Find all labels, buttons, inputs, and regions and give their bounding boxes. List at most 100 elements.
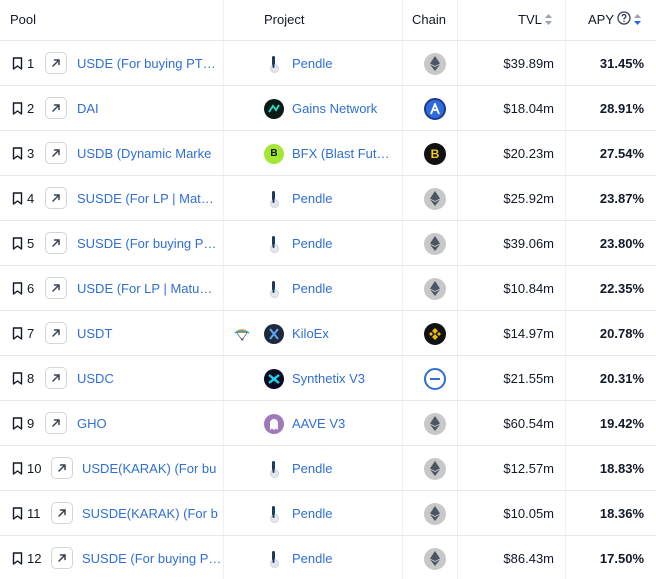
airdrop-icon <box>233 311 251 356</box>
ethereum-icon[interactable] <box>424 446 446 491</box>
project-name-link[interactable]: Pendle <box>292 446 402 491</box>
project-name-link[interactable]: Gains Network <box>292 86 402 131</box>
project-name-link[interactable]: Pendle <box>292 491 402 536</box>
rank-number: 1 <box>27 56 35 71</box>
pool-name-link[interactable]: SUSDE(KARAK) (For b <box>82 491 222 536</box>
project-name-link[interactable]: AAVE V3 <box>292 401 402 446</box>
table-row[interactable]: 1 USDE (For buying PT… Pendle $39.89m 31.45% <box>0 41 656 86</box>
bookmark-icon[interactable] <box>10 221 24 266</box>
pendle-icon <box>264 221 284 266</box>
ethereum-icon[interactable] <box>424 536 446 579</box>
column-header-chain[interactable]: Chain <box>412 0 446 41</box>
apy-value: 17.50% <box>599 551 644 566</box>
bookmark-icon[interactable] <box>10 41 24 86</box>
kiloex-icon <box>264 311 284 356</box>
external-link-icon[interactable] <box>45 97 67 119</box>
column-header-pool[interactable]: Pool <box>10 0 36 41</box>
table-row[interactable]: 11 SUSDE(KARAK) (For b Pendle $10.05m 18.36% <box>0 491 656 536</box>
table-row[interactable]: 9 GHO AAVE V3 $60.54m 19.42% <box>0 401 656 446</box>
external-link-icon[interactable] <box>51 547 73 569</box>
external-link-icon[interactable] <box>51 502 73 524</box>
pool-name-link[interactable]: USDB (Dynamic Marke <box>77 131 217 176</box>
external-link-icon[interactable] <box>45 232 67 254</box>
table-row[interactable]: 2 DAI Gains Network $18.04m 28.91% <box>0 86 656 131</box>
rank-number: 2 <box>27 101 35 116</box>
bookmark-icon[interactable] <box>10 176 24 221</box>
ethereum-icon[interactable] <box>424 266 446 311</box>
pool-name-link[interactable]: SUSDE (For buying P… <box>77 221 217 266</box>
project-name-link[interactable]: KiloEx <box>292 311 402 356</box>
table-row[interactable]: 10 USDE(KARAK) (For bu Pendle $12.57m 18.83% <box>0 446 656 491</box>
column-header-project[interactable]: Project <box>264 0 304 41</box>
bookmark-icon[interactable] <box>10 536 24 579</box>
pool-name-link[interactable]: SUSDE (For buying P… <box>82 536 222 579</box>
table-row[interactable]: 3 USDB (Dynamic Marke B BFX (Blast Fut… B $20… <box>0 131 656 176</box>
ethereum-icon[interactable] <box>424 176 446 221</box>
rank-number: 3 <box>27 146 35 161</box>
base-icon[interactable] <box>424 356 446 401</box>
table-row[interactable]: 5 SUSDE (For buying P… Pendle $39.06m 23.80% <box>0 221 656 266</box>
rank-number: 4 <box>27 191 35 206</box>
ethereum-icon[interactable] <box>424 41 446 86</box>
bookmark-icon[interactable] <box>10 311 24 356</box>
table-row[interactable]: 4 SUSDE (For LP | Mat… Pendle $25.92m 23.87% <box>0 176 656 221</box>
external-link-icon[interactable] <box>45 277 67 299</box>
project-name-link[interactable]: BFX (Blast Fut… <box>292 131 402 176</box>
external-link-icon[interactable] <box>45 322 67 344</box>
project-name-link[interactable]: Pendle <box>292 536 402 579</box>
pool-name-link[interactable]: GHO <box>77 401 217 446</box>
aave-icon <box>264 401 284 446</box>
table-row[interactable]: 7 USDT KiloEx $14.97m 20.78% <box>0 311 656 356</box>
project-name-link[interactable]: Pendle <box>292 41 402 86</box>
blast-icon[interactable]: B <box>424 131 446 176</box>
rank-number: 6 <box>27 281 35 296</box>
pool-name-link[interactable]: USDE(KARAK) (For bu <box>82 446 222 491</box>
table-row[interactable]: 6 USDE (For LP | Matu… Pendle $10.84m 22.35% <box>0 266 656 311</box>
column-header-apy[interactable]: APY <box>588 0 642 41</box>
bookmark-icon[interactable] <box>10 266 24 311</box>
table-row[interactable]: 12 SUSDE (For buying P… Pendle $86.43m 17.50… <box>0 536 656 579</box>
pool-name-link[interactable]: USDE (For LP | Matu… <box>77 266 217 311</box>
pool-name-link[interactable]: SUSDE (For LP | Mat… <box>77 176 217 221</box>
bookmark-icon[interactable] <box>10 401 24 446</box>
rank-number: 9 <box>27 416 35 431</box>
pendle-icon <box>264 176 284 221</box>
external-link-icon[interactable] <box>45 142 67 164</box>
bookmark-icon[interactable] <box>10 356 24 401</box>
external-link-icon[interactable] <box>45 187 67 209</box>
arbitrum-icon[interactable] <box>424 86 446 131</box>
pendle-icon <box>264 536 284 579</box>
bookmark-icon[interactable] <box>10 491 24 536</box>
synthetix-icon <box>264 356 284 401</box>
pool-name-link[interactable]: DAI <box>77 86 217 131</box>
pool-name-link[interactable]: USDC <box>77 356 217 401</box>
bookmark-icon[interactable] <box>10 446 24 491</box>
sort-icon[interactable] <box>544 1 552 41</box>
external-link-icon[interactable] <box>45 52 67 74</box>
external-link-icon[interactable] <box>45 412 67 434</box>
bsc-icon[interactable] <box>424 311 446 356</box>
bookmark-icon[interactable] <box>10 86 24 131</box>
rank-number: 7 <box>27 326 35 341</box>
help-icon[interactable] <box>617 1 631 41</box>
project-name-link[interactable]: Pendle <box>292 266 402 311</box>
sort-desc-icon[interactable] <box>634 1 642 41</box>
pendle-icon <box>264 446 284 491</box>
table-row[interactable]: 8 USDC Synthetix V3 $21.55m 20.31% <box>0 356 656 401</box>
ethereum-icon[interactable] <box>424 401 446 446</box>
apy-value: 20.31% <box>599 371 644 386</box>
ethereum-icon[interactable] <box>424 491 446 536</box>
apy-value: 18.36% <box>599 506 644 521</box>
project-name-link[interactable]: Synthetix V3 <box>292 356 402 401</box>
pool-name-link[interactable]: USDT <box>77 311 217 356</box>
bookmark-icon[interactable] <box>10 131 24 176</box>
project-name-link[interactable]: Pendle <box>292 221 402 266</box>
project-name-link[interactable]: Pendle <box>292 176 402 221</box>
ethereum-icon[interactable] <box>424 221 446 266</box>
external-link-icon[interactable] <box>45 367 67 389</box>
external-link-icon[interactable] <box>51 457 73 479</box>
pool-name-link[interactable]: USDE (For buying PT… <box>77 41 217 86</box>
tvl-value: $10.05m <box>503 506 554 521</box>
rank-number: 10 <box>27 461 42 476</box>
column-header-tvl[interactable]: TVL <box>518 0 552 41</box>
